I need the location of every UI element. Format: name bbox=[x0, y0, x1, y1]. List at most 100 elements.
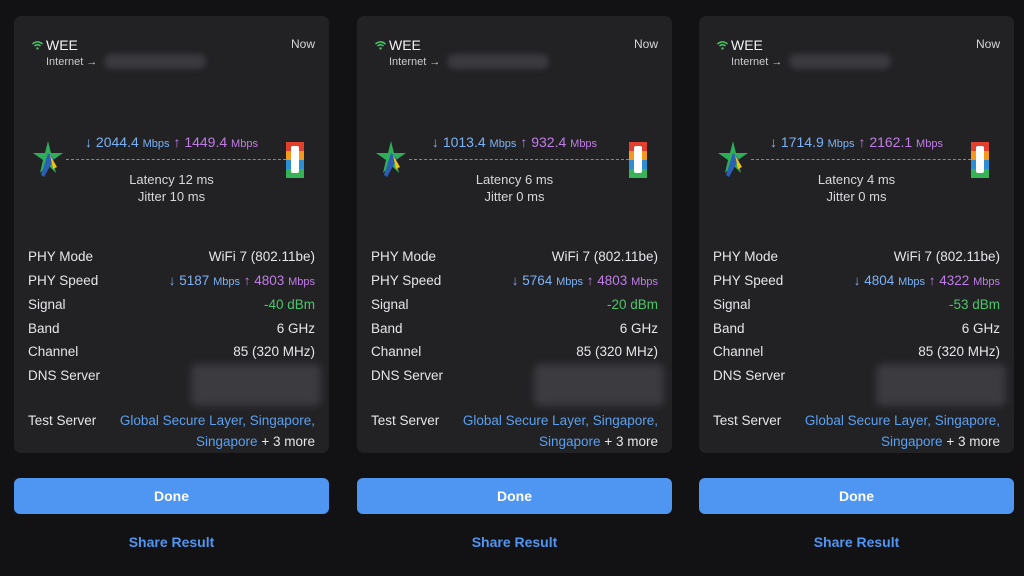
test-server-link[interactable]: Global Secure Layer, Singapore, bbox=[805, 413, 1000, 428]
internet-label: Internet → bbox=[731, 56, 783, 68]
result-time: Now bbox=[975, 37, 1000, 51]
channel-value: 85 (320 MHz) bbox=[918, 344, 1000, 359]
phy-speed-label: PHY Speed bbox=[28, 273, 99, 288]
internet-label: Internet → bbox=[46, 56, 98, 68]
upload-speed: ↑ 1449.4 Mbps bbox=[173, 134, 258, 150]
download-value: 1013.4 bbox=[442, 134, 486, 150]
result-card: WEE Now Internet → ↓ 2044.4 Mbps ↑ 1449.… bbox=[14, 16, 329, 453]
network-ssid: WEE bbox=[389, 37, 421, 53]
test-server-link[interactable]: Global Secure Layer, Singapore, bbox=[463, 413, 658, 428]
phy-mode-label: PHY Mode bbox=[713, 249, 779, 264]
result-panel-3: WEE Now Internet → ↓ 1714.9 Mbps ↑ 2162.… bbox=[699, 0, 1014, 576]
download-speed: ↓ 1013.4 Mbps bbox=[432, 134, 517, 150]
phy-mode-value: WiFi 7 (802.11be) bbox=[208, 249, 315, 264]
download-speed: ↓ 2044.4 Mbps bbox=[85, 134, 170, 150]
wifi-icon bbox=[32, 41, 43, 50]
upload-unit: Mbps bbox=[916, 138, 943, 150]
band-value: 6 GHz bbox=[961, 321, 1000, 336]
arrow-down-icon: ↓ bbox=[85, 134, 93, 150]
dns-server-label: DNS Server bbox=[28, 368, 101, 383]
download-unit: Mbps bbox=[489, 138, 517, 150]
upload-speed: ↑ 932.4 Mbps bbox=[520, 134, 597, 150]
redacted-dns bbox=[534, 364, 664, 406]
channel-label: Channel bbox=[28, 344, 79, 359]
arrow-down-icon: ↓ bbox=[770, 134, 778, 150]
network-ssid: WEE bbox=[46, 37, 78, 53]
download-value: 2044.4 bbox=[95, 134, 139, 150]
arrow-up-icon: ↑ bbox=[520, 134, 528, 150]
phy-mode-value: WiFi 7 (802.11be) bbox=[551, 249, 658, 264]
connection-line bbox=[751, 159, 971, 160]
redacted-dns bbox=[191, 364, 321, 406]
done-button[interactable]: Done bbox=[14, 478, 329, 514]
share-result-button[interactable]: Share Result bbox=[699, 534, 1014, 550]
internet-label: Internet → bbox=[389, 56, 441, 68]
result-card: WEE Now Internet → ↓ 1013.4 Mbps ↑ 932.4… bbox=[357, 16, 672, 453]
band-label: Band bbox=[28, 321, 60, 336]
channel-label: Channel bbox=[371, 344, 422, 359]
share-result-button[interactable]: Share Result bbox=[357, 534, 672, 550]
upload-speed: ↑ 2162.1 Mbps bbox=[858, 134, 943, 150]
channel-value: 85 (320 MHz) bbox=[576, 344, 658, 359]
phy-speed-label: PHY Speed bbox=[713, 273, 784, 288]
latency: Latency 6 ms bbox=[475, 172, 554, 187]
upload-value: 1449.4 bbox=[184, 134, 228, 150]
redacted-ip bbox=[447, 54, 549, 69]
band-value: 6 GHz bbox=[619, 321, 658, 336]
band-value: 6 GHz bbox=[276, 321, 315, 336]
signal-value: -53 dBm bbox=[948, 297, 1000, 312]
speedtest-results-screen: WEE Now Internet → ↓ 2044.4 Mbps ↑ 1449.… bbox=[0, 0, 1024, 576]
network-ssid: WEE bbox=[731, 37, 763, 53]
test-server-more[interactable]: Singapore + 3 more bbox=[196, 434, 315, 449]
test-server-more[interactable]: Singapore + 3 more bbox=[881, 434, 1000, 449]
arrow-up-icon: ↑ bbox=[173, 134, 181, 150]
signal-label: Signal bbox=[371, 297, 409, 312]
dns-server-label: DNS Server bbox=[713, 368, 786, 383]
phy-speed-label: PHY Speed bbox=[371, 273, 442, 288]
download-value: 1714.9 bbox=[780, 134, 824, 150]
speed-summary: ↓ 1714.9 Mbps ↑ 2162.1 Mbps bbox=[699, 134, 1014, 150]
download-unit: Mbps bbox=[827, 138, 855, 150]
signal-label: Signal bbox=[713, 297, 751, 312]
redacted-ip bbox=[789, 54, 891, 69]
upload-unit: Mbps bbox=[570, 138, 598, 150]
arrow-up-icon: ↑ bbox=[858, 134, 866, 150]
channel-label: Channel bbox=[713, 344, 764, 359]
connection-line bbox=[66, 159, 286, 160]
result-time: Now bbox=[633, 37, 658, 51]
phy-speed-value: ↓ 4804 Mbps ↑ 4322 Mbps bbox=[853, 273, 1000, 288]
jitter: Jitter 10 ms bbox=[137, 189, 206, 204]
phy-mode-label: PHY Mode bbox=[371, 249, 437, 264]
wifi-icon bbox=[375, 41, 386, 50]
band-label: Band bbox=[713, 321, 745, 336]
phy-mode-label: PHY Mode bbox=[28, 249, 94, 264]
dns-server-label: DNS Server bbox=[371, 368, 444, 383]
band-label: Band bbox=[371, 321, 403, 336]
test-server-label: Test Server bbox=[713, 413, 782, 428]
speed-summary: ↓ 1013.4 Mbps ↑ 932.4 Mbps bbox=[357, 134, 672, 150]
phy-speed-value: ↓ 5764 Mbps ↑ 4803 Mbps bbox=[511, 273, 658, 288]
latency: Latency 4 ms bbox=[817, 172, 896, 187]
done-button[interactable]: Done bbox=[699, 478, 1014, 514]
test-server-label: Test Server bbox=[28, 413, 97, 428]
result-panel-1: WEE Now Internet → ↓ 2044.4 Mbps ↑ 1449.… bbox=[14, 0, 329, 576]
test-server-more[interactable]: Singapore + 3 more bbox=[539, 434, 658, 449]
jitter: Jitter 0 ms bbox=[826, 189, 887, 204]
result-panel-2: WEE Now Internet → ↓ 1013.4 Mbps ↑ 932.4… bbox=[357, 0, 672, 576]
redacted-dns bbox=[876, 364, 1006, 406]
channel-value: 85 (320 MHz) bbox=[233, 344, 315, 359]
share-result-button[interactable]: Share Result bbox=[14, 534, 329, 550]
result-card: WEE Now Internet → ↓ 1714.9 Mbps ↑ 2162.… bbox=[699, 16, 1014, 453]
jitter: Jitter 0 ms bbox=[484, 189, 545, 204]
signal-label: Signal bbox=[28, 297, 66, 312]
download-speed: ↓ 1714.9 Mbps bbox=[770, 134, 855, 150]
speed-summary: ↓ 2044.4 Mbps ↑ 1449.4 Mbps bbox=[14, 134, 329, 150]
done-button[interactable]: Done bbox=[357, 478, 672, 514]
signal-value: -20 dBm bbox=[606, 297, 658, 312]
upload-unit: Mbps bbox=[231, 138, 258, 150]
arrow-down-icon: ↓ bbox=[431, 134, 439, 150]
test-server-label: Test Server bbox=[371, 413, 440, 428]
test-server-link[interactable]: Global Secure Layer, Singapore, bbox=[120, 413, 315, 428]
latency: Latency 12 ms bbox=[129, 172, 214, 187]
result-time: Now bbox=[290, 37, 315, 51]
